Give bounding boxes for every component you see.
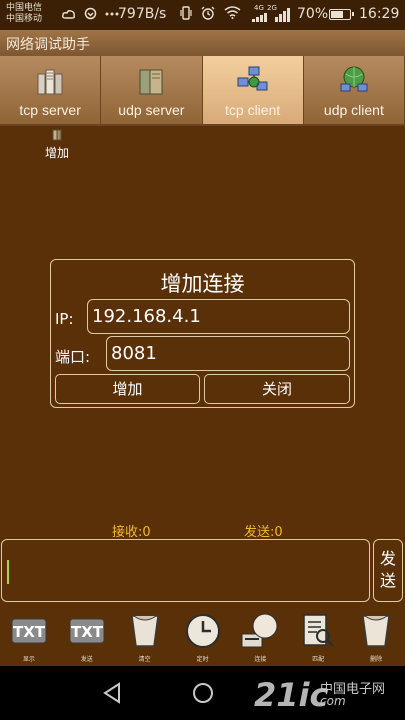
signal-2g-icon [275,8,290,22]
toolbar-label: 删除 [370,656,383,663]
toolbar-label: 显示 [22,656,35,663]
notification-icons [62,6,119,21]
tab-label: tcp client [225,102,281,118]
net-speed: 797B/s [118,6,167,22]
network-client-icon [237,66,268,91]
toolbar-label: 清空 [138,656,151,663]
carrier-1: 中国电信 [6,3,43,13]
port-label: 端口: [55,348,91,366]
add-connection-icon [52,129,62,141]
watermark-logo: 21ic [254,676,329,714]
received-count: 接收:0 [112,525,151,540]
txt-display-icon: TXT [11,618,47,644]
dialog-add-button[interactable]: 增加 [55,374,200,404]
toolbar-label: 匹配 [312,656,325,663]
tab-label: udp client [323,102,384,118]
delete-button[interactable]: 删除 [347,606,405,666]
clear-cup-icon [130,615,159,647]
ip-field[interactable] [87,299,350,334]
dialog-close-button[interactable]: 关闭 [204,374,350,404]
back-icon[interactable] [102,682,122,704]
svg-text:TXT: TXT [13,623,46,641]
delete-cup-icon [362,615,390,647]
app-title: 网络调试助手 [6,37,90,53]
tab-bar: tcp server udp server tcp client udp cli… [0,56,405,126]
clear-button[interactable]: 清空 [116,606,174,666]
connect-icon [241,613,278,648]
text-cursor [7,560,9,584]
ip-label: IP: [55,310,74,328]
carrier-2: 中国移动 [6,14,43,24]
network-4g: 4G [254,4,264,12]
add-connection-label: 增加 [44,146,69,160]
battery-percent: 70% [297,6,329,22]
tab-tcp-server[interactable]: tcp server [0,56,102,126]
carrier-info: 中国电信 中国移动 [6,3,42,25]
match-document-icon [303,614,335,647]
send-text-button[interactable]: TXT 发送 [58,606,116,666]
tab-label: tcp server [19,102,81,118]
home-icon[interactable] [192,682,214,704]
watermark-site-url: com [320,694,346,708]
server-stack-icon [37,69,63,95]
port-field[interactable] [106,336,350,371]
add-connection-dialog: 增加连接 IP: 端口: 增加 关闭 [50,259,355,408]
send-input[interactable] [1,539,370,602]
clock-icon [185,614,220,648]
display-button[interactable]: TXT 显示 [0,606,58,666]
wifi-icon [224,6,241,19]
battery-icon [329,9,354,20]
alarm-icon [201,6,215,20]
send-button-label: 发送 [379,549,396,590]
app-title-bar: 网络调试助手 [0,30,405,56]
book-server-icon [139,69,163,95]
connect-button[interactable]: 连接 [231,606,289,666]
add-connection-button[interactable]: 增加 [40,128,74,161]
status-bar: 中国电信 中国移动 797B/s 4G 2G 70% 16:29 [0,0,405,30]
vibrate-icon [180,5,192,20]
sent-count: 发送:0 [244,525,283,540]
dialog-title: 增加连接 [160,272,245,296]
toolbar-label: 定时 [196,656,209,663]
tab-tcp-client[interactable]: tcp client [202,56,304,126]
tab-udp-server[interactable]: udp server [101,56,203,126]
timer-button[interactable]: 定时 [174,606,232,666]
match-button[interactable]: 匹配 [289,606,347,666]
tab-udp-client[interactable]: udp client [303,56,405,126]
sync-icon [84,7,97,20]
bottom-toolbar: TXT 显示 TXT 发送 清空 定时 连接 匹配 删除 [0,606,405,666]
toolbar-label: 发送 [80,656,93,663]
signal-4g-icon [252,13,267,22]
system-icons [180,5,241,20]
send-button[interactable]: 发送 [373,539,403,602]
tab-label: udp server [118,102,185,118]
globe-client-icon [340,66,368,92]
svg-text:TXT: TXT [71,623,104,641]
toolbar-label: 连接 [254,656,267,663]
clock: 16:29 [359,6,400,22]
weather-icon [62,9,75,19]
txt-send-icon: TXT [69,618,105,644]
